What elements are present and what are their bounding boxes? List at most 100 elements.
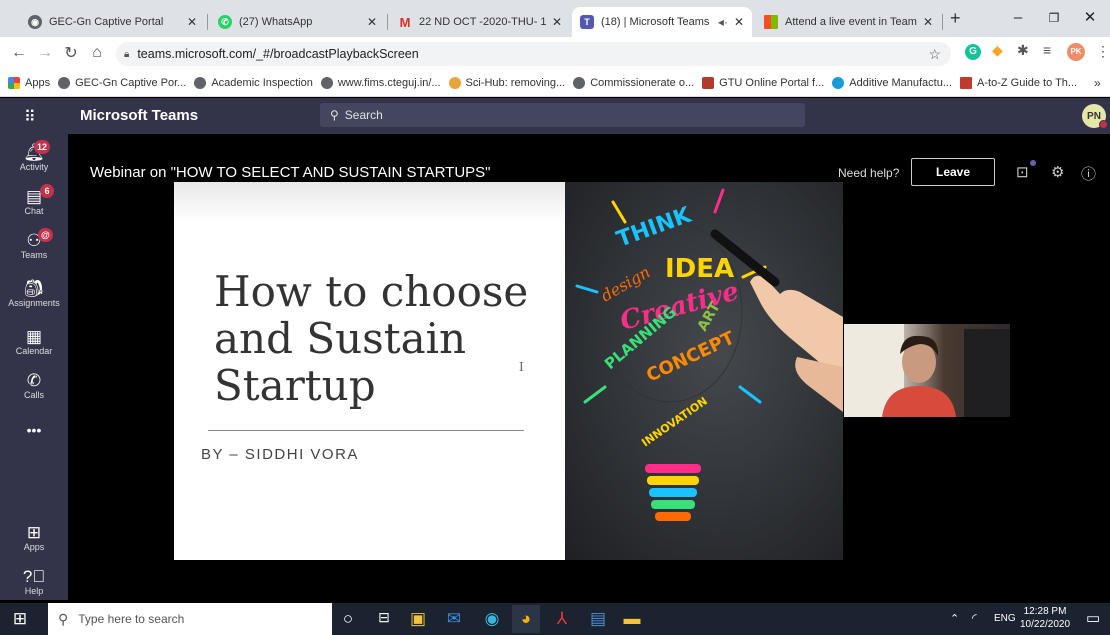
browser-menu-icon[interactable]: ⋮ bbox=[1096, 43, 1110, 60]
system-clock[interactable]: 12:28 PM 10/22/2020 bbox=[1020, 605, 1070, 631]
browser-tab[interactable]: ◉ GEC-Gn Captive Portal ✕ bbox=[20, 7, 205, 37]
rail-label: Apps bbox=[23, 542, 45, 552]
browser-tab[interactable]: Attend a live event in Teams - ✕ bbox=[756, 7, 941, 37]
rail-item-help[interactable]: ?⃝ Help bbox=[0, 567, 68, 597]
bookmark-item[interactable]: Apps bbox=[8, 76, 51, 89]
bookmark-label: GTU Online Portal f... bbox=[719, 76, 825, 89]
bookmark-item[interactable]: A-to-Z Guide to Th... bbox=[960, 76, 1078, 89]
cortana-icon[interactable]: ○ bbox=[334, 609, 362, 629]
rail-label: Assignments bbox=[8, 298, 60, 308]
bookmark-label: Sci-Hub: removing... bbox=[465, 76, 566, 89]
wifi-icon[interactable]: ◜ bbox=[972, 611, 977, 625]
close-tab-icon[interactable]: ✕ bbox=[923, 15, 933, 29]
reload-icon[interactable]: ↻ bbox=[58, 43, 84, 63]
scihub-icon bbox=[448, 76, 461, 89]
browser-tab[interactable]: ✆ (27) WhatsApp ✕ bbox=[210, 7, 385, 37]
url-text: teams.microsoft.com/_#/broadcastPlayback… bbox=[137, 47, 419, 61]
help-icon: ?⃝ bbox=[22, 567, 46, 586]
rail-item-calls[interactable]: ✆ Calls bbox=[0, 372, 68, 401]
additive-icon bbox=[832, 76, 845, 89]
notifications-icon[interactable]: ▭ bbox=[1086, 609, 1100, 627]
new-tab-button[interactable]: + bbox=[950, 8, 961, 29]
bookmark-item[interactable]: Additive Manufactu... bbox=[832, 76, 952, 89]
forward-arrow-icon[interactable]: → bbox=[32, 44, 58, 62]
extension-icon[interactable]: ◆ bbox=[992, 42, 1003, 59]
rail-item-teams[interactable]: ⚇ Teams @ bbox=[0, 228, 68, 260]
bookmark-item[interactable]: www.fims.cteguj.in/... bbox=[320, 76, 441, 89]
acrobat-icon[interactable]: ⅄ bbox=[548, 609, 576, 629]
windows-start-icon[interactable]: ⊞ bbox=[6, 609, 34, 629]
extensions-puzzle-icon[interactable]: ✱ bbox=[1017, 42, 1029, 59]
close-tab-icon[interactable]: ✕ bbox=[552, 15, 562, 29]
bookmark-label: Academic Inspection bbox=[211, 76, 313, 89]
search-input[interactable]: ⚲ Search bbox=[320, 103, 805, 127]
rail-item-chat[interactable]: ▤ Chat 6 bbox=[0, 184, 68, 216]
more-apps-button[interactable]: ••• bbox=[0, 422, 68, 438]
info-icon[interactable]: ⓘ bbox=[1081, 163, 1096, 184]
browser-tab-active[interactable]: T (18) | Microsoft Teams ◂· ✕ bbox=[572, 7, 752, 37]
qna-notification-dot bbox=[1030, 160, 1036, 166]
rail-label: Calls bbox=[23, 390, 44, 400]
bookmark-label: Apps bbox=[25, 76, 51, 89]
bookmark-label: Commissionerate o... bbox=[590, 76, 695, 89]
tab-title: (27) WhatsApp bbox=[239, 16, 313, 28]
profile-avatar[interactable]: PK bbox=[1067, 43, 1085, 61]
chrome-icon[interactable]: ◕ bbox=[512, 605, 540, 633]
close-tab-icon[interactable]: ✕ bbox=[734, 15, 744, 29]
leave-button[interactable]: Leave bbox=[911, 158, 995, 186]
close-tab-icon[interactable]: ✕ bbox=[367, 15, 377, 29]
settings-icon[interactable]: ⚙ bbox=[1051, 163, 1064, 181]
globe-icon: ◉ bbox=[28, 15, 42, 29]
task-view-icon[interactable]: ⊟ bbox=[370, 609, 398, 626]
bookmark-label: GEC-Gn Captive Por... bbox=[75, 76, 187, 89]
restore-button[interactable]: ❐ bbox=[1036, 6, 1072, 30]
home-icon[interactable]: ⌂ bbox=[84, 44, 110, 62]
bookmark-item[interactable]: Academic Inspection bbox=[194, 76, 313, 89]
bookmarks-overflow[interactable]: » bbox=[1094, 76, 1101, 90]
bookmark-item[interactable]: Sci-Hub: removing... bbox=[448, 76, 566, 89]
notes-icon[interactable]: ▤ bbox=[584, 609, 612, 629]
need-help-link[interactable]: Need help? bbox=[838, 166, 899, 180]
browser-toolbar: ← → ↻ ⌂ 🔒︎ teams.microsoft.com/_#/broadc… bbox=[0, 37, 1110, 69]
rail-item-activity[interactable]: 🔔︎ Activity 12 bbox=[0, 140, 68, 172]
qna-icon[interactable]: ⊡ bbox=[1016, 163, 1029, 181]
slide-lightbulb-illustration: THINK IDEA design Creative PLANNING CONC… bbox=[565, 182, 843, 560]
text-cursor: I bbox=[519, 360, 524, 374]
edge-icon[interactable]: ◉ bbox=[478, 609, 506, 629]
address-bar[interactable]: 🔒︎ teams.microsoft.com/_#/broadcastPlayb… bbox=[116, 42, 951, 66]
rail-label: Chat bbox=[24, 206, 44, 216]
file-explorer-icon[interactable]: ▬ bbox=[618, 609, 646, 629]
taskbar-search-input[interactable]: ⚲ Type here to search bbox=[48, 603, 332, 635]
language-indicator[interactable]: ENG bbox=[994, 613, 1016, 624]
bookmark-star-icon[interactable]: ☆ bbox=[928, 46, 941, 63]
bookmark-item[interactable]: GEC-Gn Captive Por... bbox=[58, 76, 187, 89]
rail-item-apps[interactable]: ⊞ Apps bbox=[0, 524, 68, 553]
grammarly-extension-icon[interactable]: G bbox=[965, 44, 981, 60]
art-word: INNOVATION bbox=[639, 395, 710, 450]
mail-icon[interactable]: ✉ bbox=[440, 609, 468, 629]
bulb-base bbox=[645, 464, 701, 521]
rail-item-calendar[interactable]: ▦ Calendar bbox=[0, 328, 68, 357]
browser-tab[interactable]: M 22 ND OCT -2020-THU- 11:30 ✕ bbox=[390, 7, 570, 37]
reading-list-icon[interactable]: ≡ bbox=[1043, 42, 1051, 58]
close-tab-icon[interactable]: ✕ bbox=[187, 15, 197, 29]
mute-tab-icon[interactable]: ◂· bbox=[718, 15, 728, 29]
teams-icon: T bbox=[580, 15, 594, 29]
app-name: Microsoft Teams bbox=[80, 107, 199, 124]
event-title: Webinar on "HOW TO SELECT AND SUSTAIN ST… bbox=[90, 164, 491, 181]
store-icon[interactable]: ▣ bbox=[404, 609, 432, 629]
app-launcher-icon[interactable]: ⠿ bbox=[24, 107, 36, 127]
close-window-button[interactable]: ✕ bbox=[1072, 6, 1108, 30]
bookmark-label: A-to-Z Guide to Th... bbox=[977, 76, 1078, 89]
minimize-button[interactable]: – bbox=[1000, 6, 1036, 30]
globe-icon bbox=[58, 76, 71, 89]
bookmark-item[interactable]: GTU Online Portal f... bbox=[702, 76, 825, 89]
bookmark-item[interactable]: Commissionerate o... bbox=[573, 76, 695, 89]
art-word: THINK bbox=[614, 202, 696, 252]
windows-taskbar: ⊞ ⚲ Type here to search ○ ⊟ ▣ ✉ ◉ ◕ ⅄ ▤ … bbox=[0, 603, 1110, 635]
slide-title-line: How to choose bbox=[214, 267, 529, 316]
rail-label: Teams bbox=[20, 250, 48, 260]
rail-item-assignments[interactable]: 🎒︎ Assignments bbox=[0, 280, 68, 309]
tray-overflow-icon[interactable]: ⌃ bbox=[950, 612, 959, 625]
back-arrow-icon[interactable]: ← bbox=[6, 44, 32, 62]
